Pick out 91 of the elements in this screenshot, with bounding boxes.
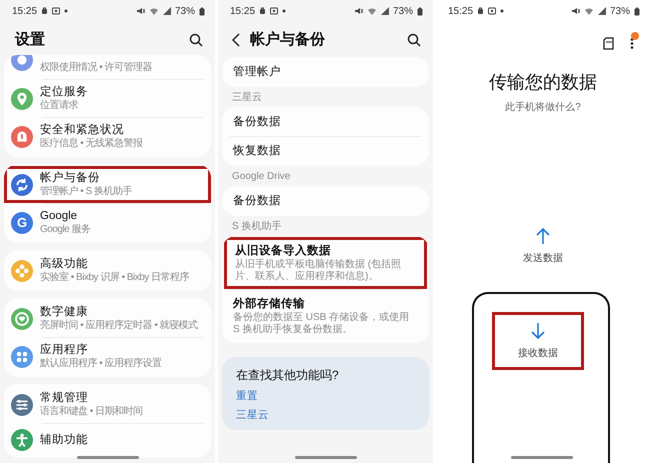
- image-icon: [488, 7, 496, 15]
- wifi-icon: [148, 7, 159, 15]
- item-subtitle: 语言和键盘 • 日期和时间: [40, 406, 144, 418]
- send-data-button[interactable]: 发送数据: [503, 218, 583, 274]
- item-title: 辅助功能: [40, 432, 89, 448]
- item-description: 从旧手机或平板电脑传输数据 (包括照片、联系人、应用程序和信息)。: [235, 259, 402, 283]
- settings-item[interactable]: 外部存储传输 备份您的数据至 USB 存储设备，或使用 S 换机助手恢复备份数据。: [222, 290, 429, 342]
- item-title: 帐户与备份: [40, 171, 101, 186]
- suggestion-title: 在查找其他功能吗?: [236, 367, 339, 384]
- bag-icon: [41, 7, 48, 15]
- wifi-icon: [584, 7, 594, 15]
- item-subtitle: 位置请求: [40, 100, 79, 112]
- item-title: 安全和紧急状况: [40, 123, 125, 138]
- item-title: 定位服务: [40, 85, 89, 100]
- battery-icon: [199, 6, 205, 16]
- item-subtitle: Google 服务: [40, 224, 92, 236]
- page-title: 传输您的数据: [489, 71, 597, 94]
- sd-card-icon[interactable]: [603, 36, 614, 50]
- dot-icon: [64, 9, 68, 13]
- item-subtitle: 管理帐户 • S 换机助手: [40, 186, 134, 198]
- image-icon: [270, 7, 278, 15]
- signal-icon: [598, 7, 606, 15]
- item-title: Google: [40, 209, 78, 224]
- dot-icon: [282, 9, 286, 13]
- item-subtitle: 亮屏时间 • 应用程序定时器 • 就寝模式: [40, 320, 199, 332]
- section-header: 三星云: [231, 91, 263, 105]
- item-title: 备份数据: [233, 194, 282, 209]
- home-indicator: [511, 456, 573, 459]
- settings-item[interactable]: 安全和紧急状况 医疗信息 • 无线紧急警报: [4, 118, 211, 155]
- suggestion-link[interactable]: 三星云: [236, 408, 269, 422]
- settings-item[interactable]: 备份数据: [222, 108, 429, 136]
- signal-icon: [162, 7, 171, 15]
- settings-item[interactable]: 帐户与备份 管理帐户 • S 换机助手: [4, 166, 211, 203]
- google-icon: G: [11, 212, 33, 234]
- item-title: 常规管理: [40, 391, 89, 406]
- item-title: 应用程序: [40, 343, 89, 358]
- item-title: 恢复数据: [233, 144, 282, 159]
- item-subtitle: 医疗信息 • 无线紧急警报: [40, 138, 144, 150]
- more-icon[interactable]: [630, 36, 634, 50]
- mute-icon: [354, 7, 363, 15]
- item-title: 管理帐户: [233, 64, 282, 80]
- battery-level: 73%: [392, 6, 413, 16]
- item-title: 数字健康: [40, 305, 89, 320]
- settings-item[interactable]: 备份数据: [222, 187, 429, 215]
- settings-item[interactable]: 高级功能 实验室 • Bixby 识屏 • Bixby 日常程序: [4, 252, 211, 289]
- item-title: 从旧设备导入数据: [235, 243, 332, 258]
- search-icon[interactable]: [189, 32, 203, 46]
- wifi-icon: [366, 7, 377, 15]
- down-arrow-icon: [530, 322, 546, 340]
- battery-icon: [417, 6, 423, 16]
- dot-icon: [500, 9, 504, 13]
- status-time: 15:25: [448, 6, 474, 16]
- item-title: 备份数据: [233, 114, 282, 130]
- home-indicator: [295, 456, 357, 459]
- settings-item[interactable]: 常规管理 语言和键盘 • 日期和时间: [4, 386, 211, 423]
- image-icon: [52, 7, 60, 15]
- bag-icon: [259, 7, 266, 15]
- settings-item[interactable]: 定位服务 位置请求: [4, 80, 211, 117]
- status-time: 15:25: [230, 6, 256, 16]
- item-title: 高级功能: [40, 257, 89, 272]
- item-subtitle: 实验室 • Bixby 识屏 • Bixby 日常程序: [40, 272, 190, 284]
- page-subtitle: 此手机将做什么?: [505, 100, 581, 114]
- settings-item[interactable]: 应用程序 默认应用程序 • 应用程序设置: [4, 338, 211, 375]
- settings-item[interactable]: 恢复数据: [222, 137, 429, 165]
- page-title: 设置: [15, 30, 45, 49]
- up-arrow-icon: [535, 227, 551, 245]
- search-icon[interactable]: [407, 32, 421, 46]
- settings-item[interactable]: 辅助功能: [4, 424, 211, 456]
- mute-icon: [136, 7, 145, 15]
- settings-item[interactable]: G Google Google 服务: [4, 204, 211, 241]
- item-subtitle: 默认应用程序 • 应用程序设置: [40, 358, 163, 370]
- section-header: S 换机助手: [231, 220, 282, 234]
- home-indicator: [77, 456, 139, 459]
- status-time: 15:25: [12, 6, 38, 16]
- item-subtitle: 权限使用情况 • 许可管理器: [40, 62, 154, 74]
- battery-level: 73%: [174, 6, 195, 16]
- settings-item[interactable]: 管理帐户: [222, 58, 429, 86]
- signal-icon: [380, 7, 389, 15]
- section-header: Google Drive: [231, 170, 292, 184]
- settings-item[interactable]: 数字健康 亮屏时间 • 应用程序定时器 • 就寝模式: [4, 300, 211, 337]
- bag-icon: [477, 7, 484, 15]
- page-title: 帐户与备份: [250, 30, 326, 49]
- mute-icon: [570, 7, 580, 15]
- battery-level: 73%: [610, 6, 630, 16]
- battery-icon: [634, 6, 640, 16]
- item-description: 备份您的数据至 USB 存储设备，或使用 S 换机助手恢复备份数据。: [233, 312, 410, 336]
- back-icon[interactable]: [232, 32, 240, 46]
- item-title: 外部存储传输: [233, 296, 306, 312]
- receive-data-button[interactable]: 接收数据: [492, 312, 584, 370]
- settings-item[interactable]: 从旧设备导入数据 从旧手机或平板电脑传输数据 (包括照片、联系人、应用程序和信息)。: [224, 237, 427, 289]
- suggestion-link[interactable]: 重置: [236, 389, 258, 403]
